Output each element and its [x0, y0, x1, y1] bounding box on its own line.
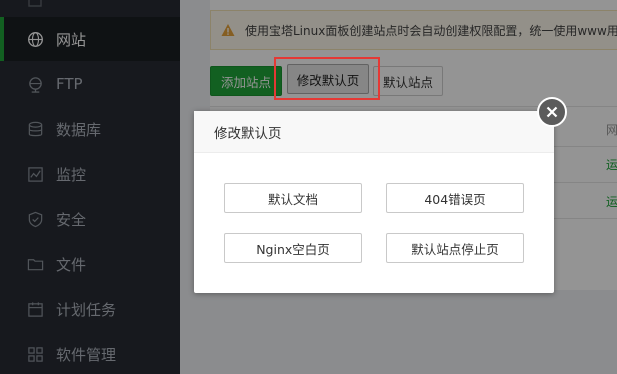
close-dialog-button[interactable]	[537, 97, 567, 127]
default-site-stopped-page-button[interactable]: 默认站点停止页	[386, 233, 524, 263]
error-404-page-button[interactable]: 404错误页	[386, 183, 524, 213]
close-icon	[546, 103, 558, 122]
modify-default-page-dialog: 修改默认页 默认文档 404错误页 Nginx空白页 默认站点停止页	[194, 111, 554, 293]
highlight-box	[274, 57, 380, 100]
default-document-button[interactable]: 默认文档	[224, 183, 362, 213]
dialog-title: 修改默认页	[194, 111, 554, 153]
nginx-blank-page-button[interactable]: Nginx空白页	[224, 233, 362, 263]
